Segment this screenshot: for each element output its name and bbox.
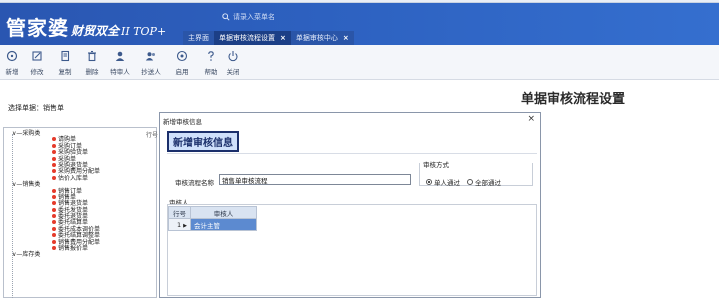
tree-item-label: 销售报价单 <box>58 245 89 253</box>
tab-label: 主界面 <box>188 34 209 42</box>
circle-plus-icon <box>6 50 18 62</box>
close-icon[interactable]: × <box>343 34 349 42</box>
approver-cell[interactable]: 会计主管 <box>190 218 257 231</box>
add-button[interactable]: 新增 <box>0 49 24 76</box>
target-icon <box>176 50 188 62</box>
copy-icon <box>61 50 70 62</box>
tree-category-label: 销售类 <box>22 181 41 189</box>
help-icon <box>208 51 214 61</box>
flow-name-input[interactable] <box>219 174 411 185</box>
special-approver-label: 特审人 <box>110 68 130 76</box>
expand-icon[interactable]: ∨ <box>12 181 16 188</box>
selected-document-label: 选择单据：销售单 <box>8 104 64 112</box>
add-label: 新增 <box>5 68 19 76</box>
approval-method-legend: 审核方式 <box>423 161 449 169</box>
document-icon <box>52 143 56 148</box>
search-icon <box>222 13 230 21</box>
divider <box>167 153 537 154</box>
toolbar: 新增 修改 复制 删除 特审人 抄送人 启用 帮助 关闭 <box>0 45 719 80</box>
brand-version: II TOP+ <box>121 25 167 38</box>
table-row[interactable]: 1 ▶ 会计主管 <box>168 218 257 231</box>
expand-icon[interactable]: ∨ <box>12 251 16 258</box>
copy-label: 复制 <box>58 68 72 76</box>
edit-button[interactable]: 修改 <box>25 49 49 76</box>
document-icon <box>52 175 56 180</box>
close-button[interactable]: 关闭 <box>221 49 245 76</box>
expand-icon[interactable]: ∨ <box>12 130 16 137</box>
document-icon <box>52 162 56 167</box>
tree-category-label: 采购类 <box>22 130 41 137</box>
power-icon <box>228 51 238 62</box>
tab-bar: 主界面 单据审核流程设置 × 单据审核中心 × <box>183 31 354 45</box>
app-header: 管家婆 财贸双全 II TOP+ 请录入菜单名 主界面 单据审核流程设置 × 单据审核… <box>0 3 719 45</box>
row-number-cell[interactable]: 1 ▶ <box>168 218 191 231</box>
row-pointer-icon: ▶ <box>183 222 187 229</box>
document-icon <box>52 214 56 219</box>
enable-button[interactable]: 启用 <box>170 49 194 76</box>
document-icon <box>52 201 56 206</box>
brand-logo: 管家婆 财贸双全 II TOP+ <box>6 12 166 41</box>
tab-home[interactable]: 主界面 <box>183 31 214 45</box>
flow-name-label: 审核流程名称 <box>175 179 214 187</box>
document-tree: ∨—采购类 请购单 采购订单 采购验货单 采购单 采购退货单 采购费用分配单 估… <box>8 130 100 259</box>
dialog-title: 新增审核信息 <box>163 118 202 126</box>
document-icon <box>52 233 56 238</box>
tab-label: 单据审核中心 <box>295 34 338 42</box>
edit-icon <box>32 51 42 61</box>
enable-label: 启用 <box>175 68 189 76</box>
brand-main: 管家婆 <box>6 16 69 40</box>
row-number: 1 <box>177 220 182 229</box>
help-button[interactable]: 帮助 <box>199 49 223 76</box>
document-icon <box>52 194 56 199</box>
approval-method-options: 单人通过 全部通过 <box>426 177 501 187</box>
tree-category-label: 库存类 <box>22 251 41 259</box>
add-approval-dialog: 新增审核信息 × 新增审核信息 审核方式 单人通过 全部通过 审核流程名称 审核… <box>159 112 541 298</box>
dialog-heading: 新增审核信息 <box>167 131 239 152</box>
document-icon <box>52 156 56 161</box>
document-tree-panel: ∨—采购类 请购单 采购订单 采购验货单 采购单 采购退货单 采购费用分配单 估… <box>3 127 157 298</box>
radio-unselected-icon[interactable] <box>467 179 473 185</box>
user-icon <box>115 51 125 61</box>
document-icon <box>52 226 56 231</box>
radio-label: 单人通过 <box>434 179 460 187</box>
document-icon <box>52 239 56 244</box>
special-approver-button[interactable]: 特审人 <box>108 49 132 76</box>
delete-button[interactable]: 删除 <box>80 49 104 76</box>
tree-item-label: 估价入库单 <box>58 174 89 182</box>
menu-search[interactable]: 请录入菜单名 <box>222 12 275 22</box>
cc-label: 抄送人 <box>141 68 161 76</box>
trash-icon <box>88 50 96 62</box>
column-header-row-no[interactable]: 行号 <box>168 206 191 219</box>
page-title: 单据审核流程设置 <box>521 92 626 107</box>
document-icon <box>52 207 56 212</box>
tab-approval-center[interactable]: 单据审核中心 × <box>290 31 354 45</box>
document-icon <box>52 169 56 174</box>
tab-label: 单据审核流程设置 <box>219 34 275 42</box>
radio-single-approve[interactable]: 单人通过 <box>426 177 460 187</box>
brand-sub: 财贸双全 <box>71 24 120 38</box>
document-icon <box>52 220 56 225</box>
edit-label: 修改 <box>30 68 44 76</box>
document-icon <box>52 137 56 142</box>
tab-approval-flow-settings[interactable]: 单据审核流程设置 × <box>214 31 291 45</box>
close-label: 关闭 <box>226 68 240 76</box>
approver-grid: 行号 审核人 1 ▶ 会计主管 <box>168 206 257 231</box>
search-placeholder: 请录入菜单名 <box>233 13 275 21</box>
copy-button[interactable]: 复制 <box>53 49 77 76</box>
delete-label: 删除 <box>85 68 99 76</box>
radio-label: 全部通过 <box>475 179 501 187</box>
background-grid-header: 行号 <box>146 132 159 139</box>
tree-category-inventory[interactable]: ∨—库存类 <box>8 251 100 259</box>
users-icon <box>145 52 155 61</box>
column-header-approver[interactable]: 审核人 <box>190 206 257 219</box>
document-icon <box>52 188 56 193</box>
close-icon[interactable]: × <box>527 114 535 124</box>
radio-selected-icon[interactable] <box>426 179 432 185</box>
document-icon <box>52 246 56 251</box>
radio-all-approve[interactable]: 全部通过 <box>467 177 501 187</box>
help-label: 帮助 <box>204 68 218 76</box>
close-icon[interactable]: × <box>280 34 286 42</box>
document-icon <box>52 150 56 155</box>
cc-button[interactable]: 抄送人 <box>139 49 163 76</box>
